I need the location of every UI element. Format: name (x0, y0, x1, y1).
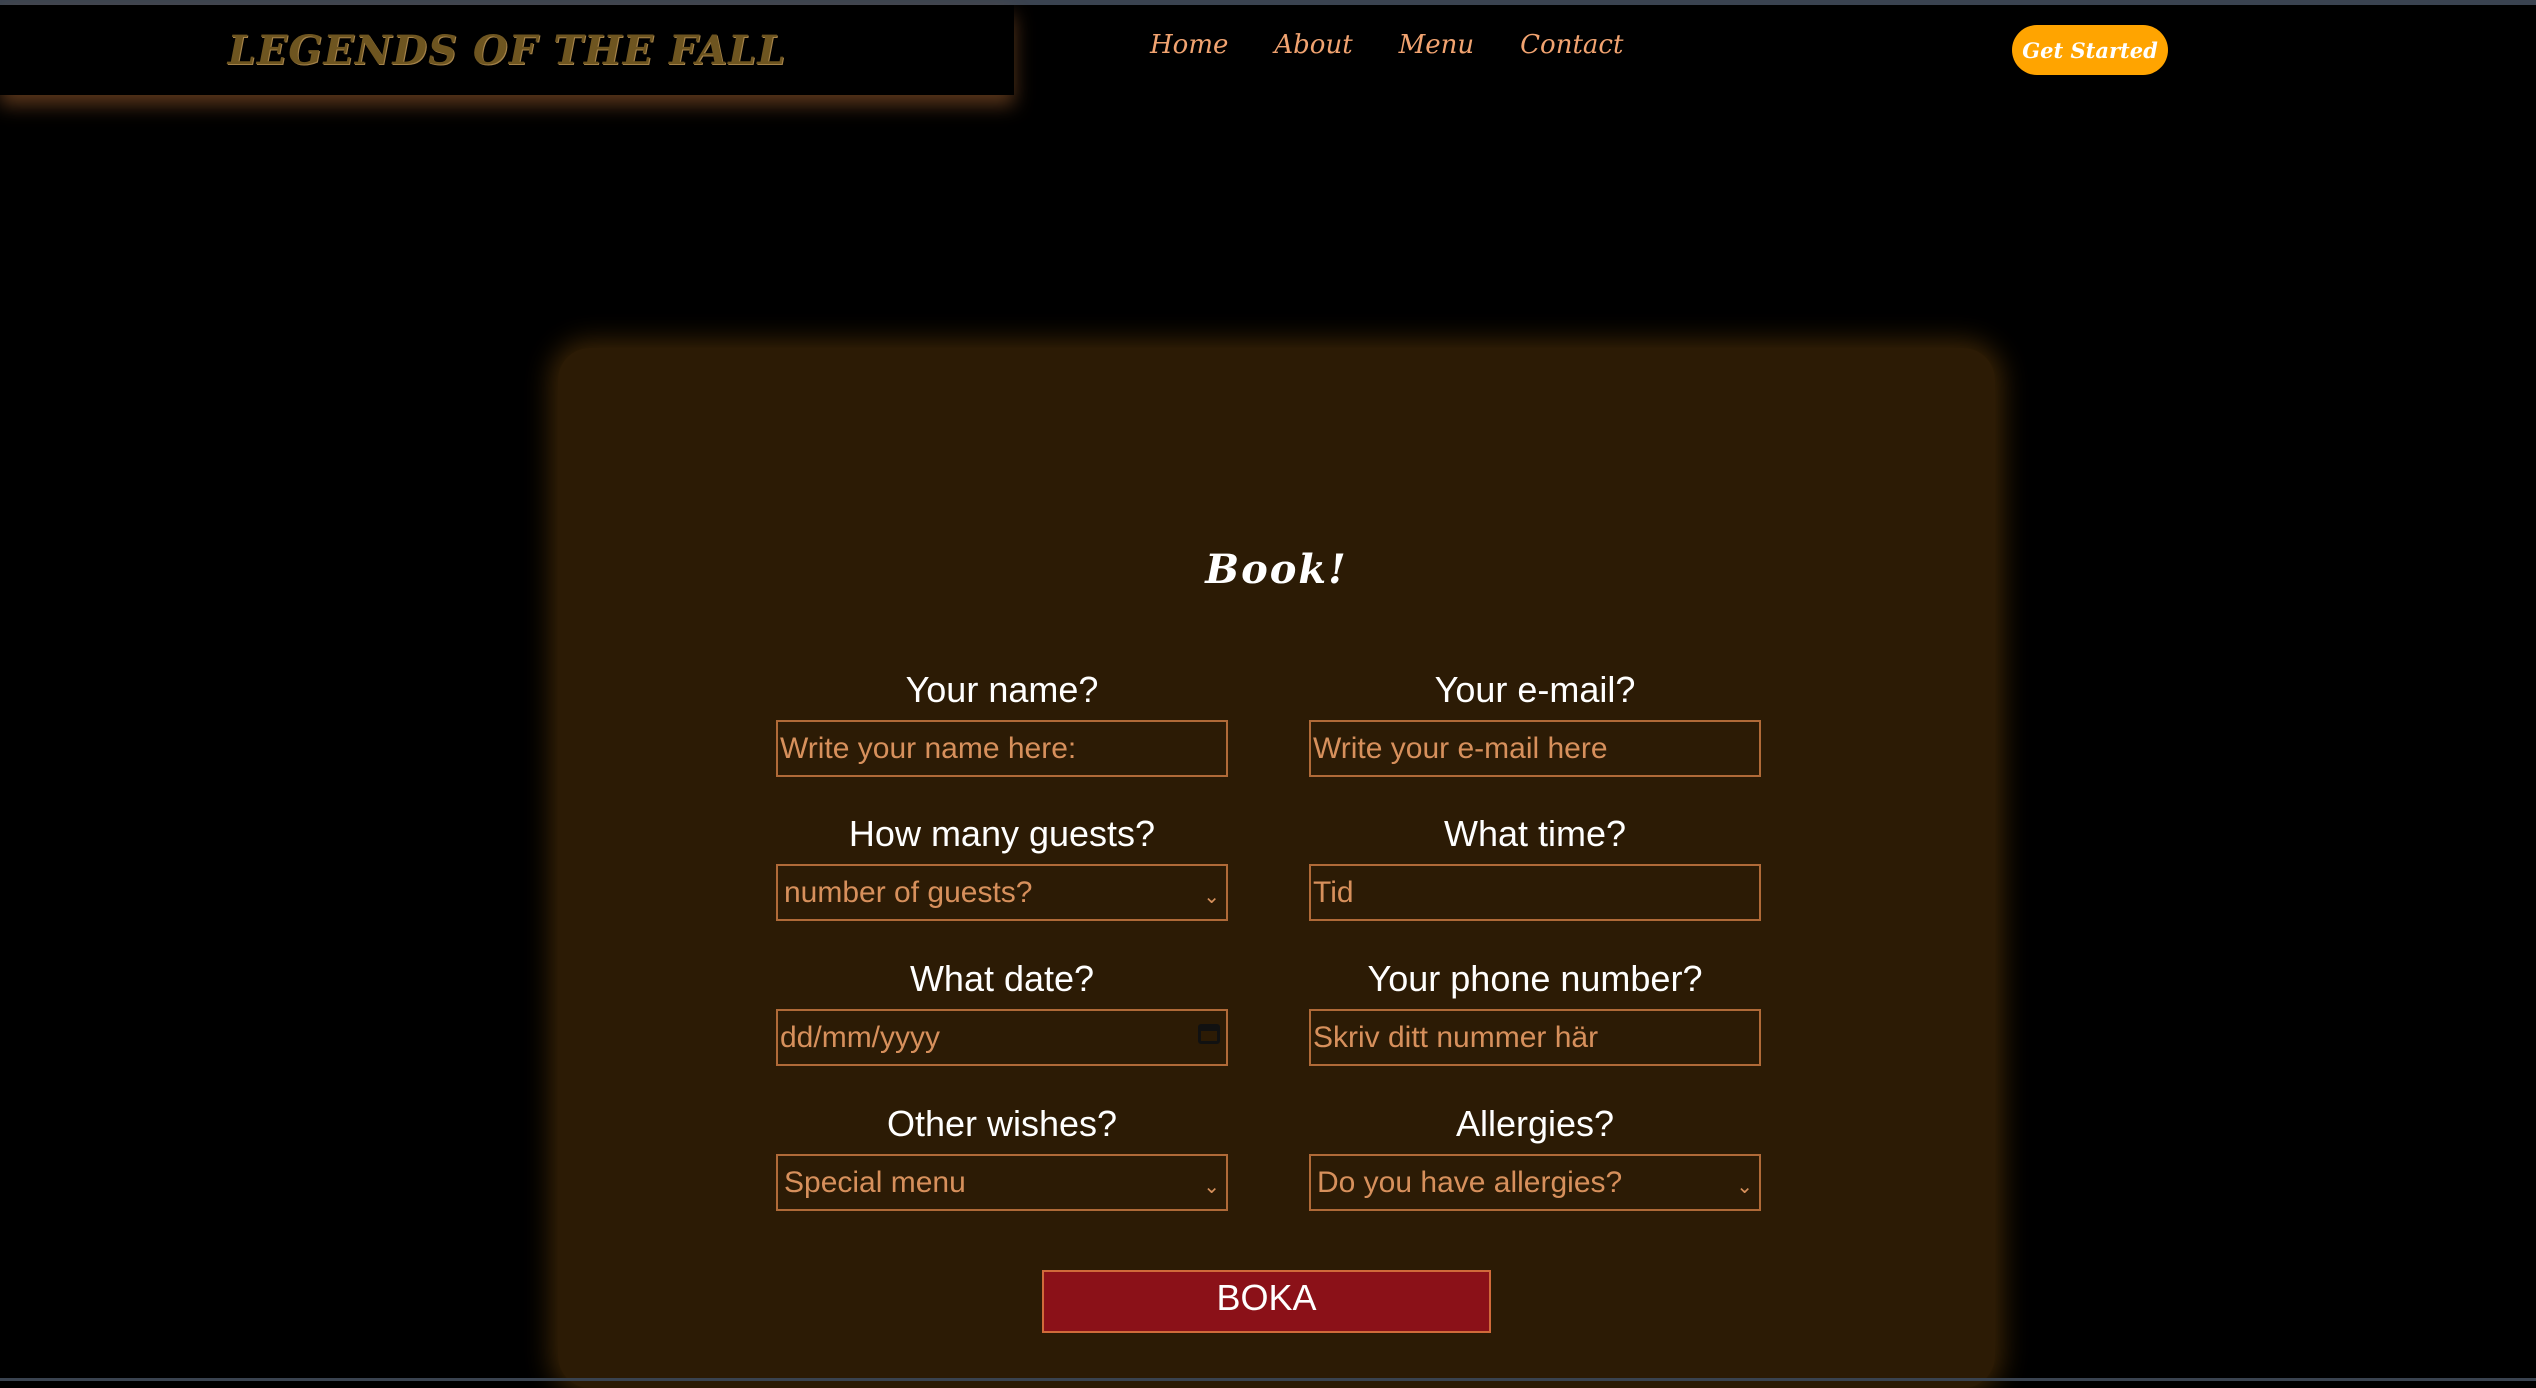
phone-field-group: Your phone number? Skriv ditt nummer här (1309, 955, 1761, 1066)
allergies-field-group: Allergies? Do you have allergies? ⌄ (1309, 1100, 1761, 1211)
nav-home[interactable]: Home (1150, 30, 1228, 60)
boka-button[interactable]: BOKA (1042, 1270, 1491, 1333)
calendar-icon[interactable] (1198, 1024, 1220, 1044)
time-label: What time? (1443, 813, 1627, 854)
name-label: Your name? (905, 669, 1099, 710)
name-field-group: Your name? Write your name here: (776, 666, 1228, 777)
logo[interactable]: LEGENDS OF THE FALL (0, 5, 1014, 95)
nav-contact[interactable]: Contact (1520, 30, 1623, 60)
guests-selected-value: number of guests? (784, 875, 1033, 909)
date-field-group: What date? dd/mm/yyyy (776, 955, 1228, 1066)
booking-title: Book! (1205, 546, 1348, 593)
get-started-button[interactable]: Get Started (2012, 25, 2168, 75)
guests-label: How many guests? (848, 813, 1156, 854)
date-input[interactable]: dd/mm/yyyy (776, 1009, 1228, 1066)
email-placeholder: Write your e-mail here (1313, 731, 1608, 765)
name-placeholder: Write your name here: (780, 731, 1077, 765)
chevron-down-icon: ⌄ (1203, 1176, 1220, 1198)
name-input[interactable]: Write your name here: (776, 720, 1228, 777)
chevron-down-icon: ⌄ (1203, 886, 1220, 908)
time-field-group: What time? Tid (1309, 810, 1761, 921)
wishes-field-group: Other wishes? Special menu ⌄ (776, 1100, 1228, 1211)
nav-about[interactable]: About (1274, 30, 1352, 60)
phone-input[interactable]: Skriv ditt nummer här (1309, 1009, 1761, 1066)
date-label: What date? (909, 958, 1095, 999)
guests-field-group: How many guests? number of guests? ⌄ (776, 810, 1228, 921)
time-placeholder: Tid (1313, 875, 1354, 909)
email-input[interactable]: Write your e-mail here (1309, 720, 1761, 777)
logo-text: LEGENDS OF THE FALL (227, 26, 787, 74)
date-placeholder: dd/mm/yyyy (780, 1020, 941, 1054)
time-input[interactable]: Tid (1309, 864, 1761, 921)
allergies-selected-value: Do you have allergies? (1317, 1165, 1623, 1199)
phone-placeholder: Skriv ditt nummer här (1313, 1020, 1599, 1054)
email-field-group: Your e-mail? Write your e-mail here (1309, 666, 1761, 777)
booking-card: Book! Your name? Write your name here: Y… (558, 348, 1995, 1388)
wishes-selected-value: Special menu (784, 1165, 966, 1199)
allergies-label: Allergies? (1455, 1103, 1615, 1144)
email-label: Your e-mail? (1434, 669, 1636, 710)
nav-menu[interactable]: Menu (1399, 30, 1475, 60)
guests-select[interactable]: number of guests? ⌄ (776, 864, 1228, 921)
wishes-label: Other wishes? (886, 1103, 1118, 1144)
allergies-select[interactable]: Do you have allergies? ⌄ (1309, 1154, 1761, 1211)
chevron-down-icon: ⌄ (1736, 1176, 1753, 1198)
main-nav: Home About Menu Contact (1150, 30, 1669, 60)
phone-label: Your phone number? (1367, 958, 1703, 999)
wishes-select[interactable]: Special menu ⌄ (776, 1154, 1228, 1211)
